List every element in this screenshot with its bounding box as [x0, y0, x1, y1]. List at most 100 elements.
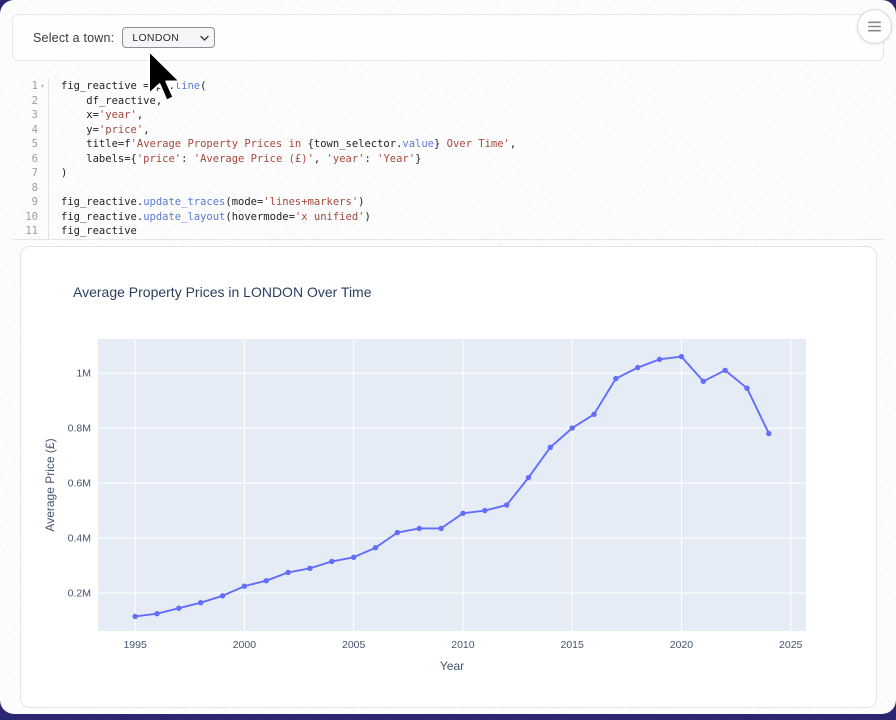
- fold-spacer: [38, 181, 47, 196]
- plot-area: [98, 339, 806, 631]
- x-axis-title: Year: [440, 659, 464, 673]
- code-line: 3 x='year',: [12, 108, 884, 123]
- data-point[interactable]: [766, 431, 771, 436]
- code-token: Over Time': [440, 138, 510, 150]
- code-token: (mode=: [225, 196, 263, 208]
- data-point[interactable]: [460, 511, 465, 516]
- code-token: :: [364, 153, 377, 165]
- line-number: 3: [12, 108, 38, 123]
- code-line: 5 title=f'Average Property Prices in {to…: [12, 137, 884, 152]
- data-point[interactable]: [482, 508, 487, 513]
- code-line-text: df_reactive,: [48, 94, 884, 109]
- data-point[interactable]: [373, 545, 378, 550]
- data-point[interactable]: [198, 600, 203, 605]
- code-token: labels={: [61, 153, 137, 165]
- line-number: 7: [12, 166, 38, 181]
- line-number: 8: [12, 181, 38, 196]
- x-tick-label: 2000: [233, 639, 257, 651]
- chevron-down-icon: [200, 34, 209, 43]
- line-number: 9: [12, 195, 38, 210]
- code-token: line: [175, 80, 200, 92]
- data-point[interactable]: [220, 593, 225, 598]
- code-line: 9 fig_reactive.update_traces(mode='lines+…: [12, 195, 884, 210]
- data-point[interactable]: [307, 566, 312, 571]
- code-line: 10fig_reactive.update_layout(hovermode='…: [12, 210, 884, 225]
- code-token: title=f: [61, 138, 131, 150]
- fold-spacer: [38, 123, 47, 138]
- data-point[interactable]: [526, 475, 531, 480]
- data-point[interactable]: [285, 570, 290, 575]
- code-line: 4 y='price',: [12, 123, 884, 138]
- data-point[interactable]: [264, 578, 269, 583]
- chart-output-cell: 19952000200520102015202020250.2M0.4M0.6M…: [20, 246, 877, 708]
- data-point[interactable]: [591, 412, 596, 417]
- code-line-text: title=f'Average Property Prices in {town…: [48, 137, 884, 152]
- data-point[interactable]: [548, 445, 553, 450]
- code-token: fig_reactive.: [61, 211, 143, 223]
- data-point[interactable]: [504, 502, 509, 507]
- fold-spacer: [38, 210, 47, 225]
- y-axis-title: Average Price (£): [43, 438, 57, 531]
- data-point[interactable]: [679, 354, 684, 359]
- y-tick-label: 0.8M: [68, 423, 91, 435]
- code-line-text: labels={'price': 'Average Price (£)', 'y…: [48, 152, 884, 167]
- code-line: 6 labels={'price': 'Average Price (£)', …: [12, 152, 884, 167]
- line-chart: 19952000200520102015202020250.2M0.4M0.6M…: [21, 247, 876, 705]
- data-point[interactable]: [613, 376, 618, 381]
- menu-button[interactable]: [857, 9, 892, 44]
- code-line-text: y='price',: [48, 123, 884, 138]
- line-number: 6: [12, 152, 38, 167]
- fold-chevron-icon[interactable]: ▾: [38, 79, 47, 94]
- fold-spacer: [38, 152, 47, 167]
- code-token: value: [402, 138, 434, 150]
- code-token: 'price': [137, 153, 181, 165]
- data-point[interactable]: [417, 526, 422, 531]
- code-line-text: fig_reactive.update_layout(hovermode='x …: [48, 210, 884, 225]
- data-point[interactable]: [657, 357, 662, 362]
- data-point[interactable]: [351, 555, 356, 560]
- code-token: 'year': [99, 109, 137, 121]
- line-number: 4: [12, 123, 38, 138]
- code-line-text: [48, 181, 884, 196]
- data-point[interactable]: [438, 526, 443, 531]
- code-token: 'price': [99, 124, 143, 136]
- data-point[interactable]: [701, 379, 706, 384]
- data-point[interactable]: [722, 368, 727, 373]
- code-token: ,: [510, 138, 516, 150]
- data-point[interactable]: [329, 559, 334, 564]
- code-token: }: [415, 153, 421, 165]
- fold-spacer: [38, 108, 47, 123]
- line-number: 2: [12, 94, 38, 109]
- code-line: 8: [12, 181, 884, 196]
- code-token: y=: [61, 124, 99, 136]
- code-token: ): [61, 167, 67, 179]
- code-token: (: [200, 80, 206, 92]
- code-token: :: [181, 153, 194, 165]
- data-point[interactable]: [635, 365, 640, 370]
- town-dropdown[interactable]: LONDON: [122, 27, 215, 48]
- x-tick-label: 1995: [123, 639, 147, 651]
- chart-title: Average Property Prices in LONDON Over T…: [73, 284, 372, 300]
- code-token: fig_reactive.: [61, 196, 143, 208]
- fold-spacer: [38, 195, 47, 210]
- x-tick-label: 2020: [670, 639, 694, 651]
- data-point[interactable]: [242, 583, 247, 588]
- code-line: 2 df_reactive,: [12, 94, 884, 109]
- data-point[interactable]: [569, 425, 574, 430]
- code-token: update_traces: [143, 196, 225, 208]
- data-point[interactable]: [744, 386, 749, 391]
- y-tick-label: 1M: [76, 368, 91, 380]
- data-point[interactable]: [395, 530, 400, 535]
- data-point[interactable]: [176, 605, 181, 610]
- code-token: ,: [143, 124, 149, 136]
- data-point[interactable]: [154, 611, 159, 616]
- data-point[interactable]: [132, 614, 137, 619]
- code-editor[interactable]: 1▾fig_reactive = px.line(2 df_reactive,3…: [12, 74, 884, 240]
- y-tick-label: 0.2M: [68, 588, 91, 600]
- code-token: 'year': [327, 153, 365, 165]
- code-token: df_reactive,: [61, 95, 162, 107]
- code-token: ,: [137, 109, 143, 121]
- code-line-text: fig_reactive.update_traces(mode='lines+m…: [48, 195, 884, 210]
- fold-spacer: [38, 137, 47, 152]
- code-token: 'Average Property Prices in: [131, 138, 308, 150]
